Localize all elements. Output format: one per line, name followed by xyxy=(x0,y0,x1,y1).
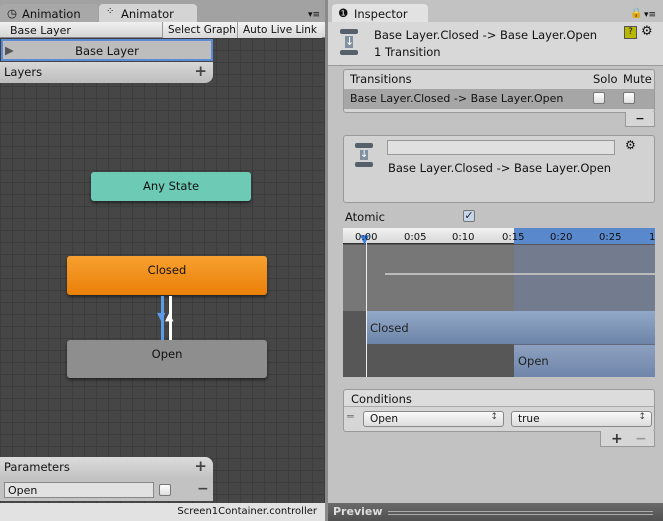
inspector-subtitle: 1 Transition xyxy=(374,45,441,59)
gear-icon[interactable]: ⚙ xyxy=(625,138,636,152)
panel-menu-icon[interactable]: ▾≡ xyxy=(308,10,320,20)
conditions-header: Conditions xyxy=(351,392,412,406)
select-graph-button[interactable]: Select Graph xyxy=(162,22,241,38)
layers-header: Layers + xyxy=(0,62,213,83)
add-parameter-button[interactable]: + xyxy=(194,457,207,475)
transition-settings: ↓ ⚙ Base Layer.Closed -> Base Layer.Open xyxy=(343,135,655,203)
state-any-state[interactable]: Any State xyxy=(91,172,251,201)
state-closed[interactable]: Closed xyxy=(67,256,267,295)
gear-icon[interactable]: ⚙ xyxy=(641,24,653,39)
parameter-value-checkbox[interactable] xyxy=(159,484,171,496)
breadcrumb[interactable]: Base Layer xyxy=(10,24,71,37)
condition-value-select[interactable]: true xyxy=(511,411,652,427)
transitions-list: Transitions Solo Mute Base Layer.Closed … xyxy=(343,69,655,113)
remove-parameter-button[interactable]: − xyxy=(197,481,209,497)
solo-header: Solo xyxy=(593,72,618,86)
arrow-up-icon: ▲ xyxy=(165,310,174,323)
drag-handle-icon[interactable]: ═ xyxy=(347,410,354,423)
lock-icon[interactable]: 🔒 xyxy=(630,8,642,19)
clip-open[interactable]: Open xyxy=(514,345,655,377)
tick-label: 0:00 xyxy=(355,232,378,243)
transition-row[interactable]: Base Layer.Closed -> Base Layer.Open xyxy=(344,89,654,109)
parameter-name-field[interactable]: Open xyxy=(4,482,154,498)
auto-live-link-button[interactable]: Auto Live Link xyxy=(237,22,322,38)
atomic-checkbox[interactable]: ✓ xyxy=(463,210,475,222)
timeline[interactable]: Closed Open ▼ xyxy=(343,228,655,377)
tick-label: 0:10 xyxy=(452,232,475,243)
tab-animation[interactable]: ◷ Animation xyxy=(0,4,98,23)
clip-closed[interactable]: Closed xyxy=(366,311,655,344)
transitions-header: Transitions xyxy=(350,72,412,86)
remove-condition-button[interactable]: − xyxy=(635,431,647,447)
parameters-header: Parameters + xyxy=(0,457,213,477)
tick-label: 0:05 xyxy=(404,232,427,243)
help-icon[interactable]: ? xyxy=(624,26,637,39)
mute-checkbox[interactable] xyxy=(623,92,635,104)
tick-label: 0:15 xyxy=(502,232,525,243)
transition-name-field[interactable] xyxy=(387,140,615,155)
solo-checkbox[interactable] xyxy=(593,92,605,104)
tick-label: 0:25 xyxy=(599,232,622,243)
add-layer-button[interactable]: + xyxy=(194,62,207,80)
status-bar: Screen1Container.controller xyxy=(0,503,325,521)
tab-animator[interactable]: ⁘ Animator xyxy=(99,4,197,23)
inspector-title: Base Layer.Closed -> Base Layer.Open xyxy=(374,28,598,42)
remove-transition-button[interactable]: − xyxy=(625,112,655,127)
tab-inspector[interactable]: ❶ Inspector xyxy=(332,4,428,23)
tick-label: 1 xyxy=(649,232,656,243)
tick-label: 0:20 xyxy=(550,232,573,243)
conditions-footer xyxy=(600,431,655,447)
transition-range[interactable] xyxy=(514,228,655,244)
state-open[interactable]: Open xyxy=(67,340,267,378)
preview-bar[interactable]: Preview xyxy=(328,503,663,521)
mute-header: Mute xyxy=(623,72,652,86)
animator-icon: ⁘ xyxy=(106,6,115,17)
atomic-label: Atomic xyxy=(345,210,385,224)
expand-arrow-icon[interactable]: ▶ xyxy=(5,43,14,57)
info-icon: ❶ xyxy=(338,6,349,20)
condition-parameter-select[interactable]: Open xyxy=(363,411,504,427)
transition-icon: ↓ xyxy=(355,143,373,169)
add-condition-button[interactable]: + xyxy=(611,431,623,447)
clock-icon: ◷ xyxy=(7,6,18,20)
transition-label: Base Layer.Closed -> Base Layer.Open xyxy=(388,161,612,175)
conditions-list: Conditions ═ Open true xyxy=(343,389,655,432)
layer-item-base-layer[interactable]: ▶ Base Layer xyxy=(1,39,213,61)
parameters-panel: Parameters + Open − xyxy=(0,457,213,501)
transition-icon: ↓ xyxy=(340,29,358,59)
playhead[interactable] xyxy=(366,236,367,377)
panel-menu-icon[interactable]: ▾≡ xyxy=(644,10,656,20)
inspector-header: ↓ Base Layer.Closed -> Base Layer.Open 1… xyxy=(328,22,663,66)
